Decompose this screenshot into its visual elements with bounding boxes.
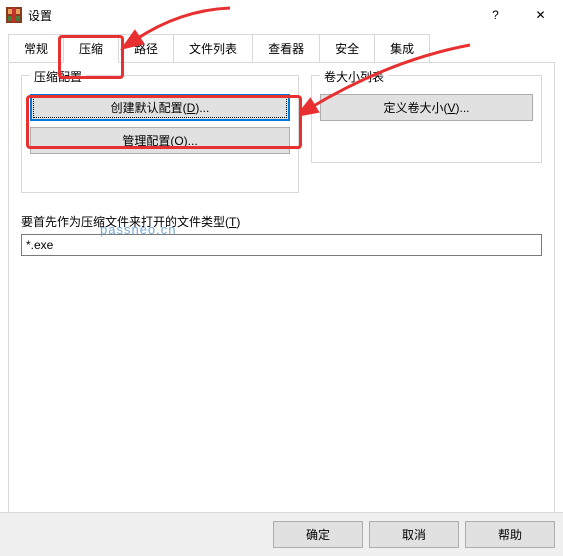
tab-panel: 压缩配置 创建默认配置(D)... 管理配置(O)... 卷大小列表 定义卷大小… [8, 62, 555, 528]
tab-security[interactable]: 安全 [319, 34, 375, 62]
group-compress-legend: 压缩配置 [30, 68, 86, 85]
tab-strip: 常规 压缩 路径 文件列表 查看器 安全 集成 [8, 34, 555, 62]
dialog-footer: 确定 取消 帮助 [0, 512, 563, 556]
filetype-label: 要首先作为压缩文件来打开的文件类型(T) [21, 213, 542, 230]
titlebar: 设置 ? ✕ [0, 0, 563, 30]
manage-profile-button[interactable]: 管理配置(O)... [30, 127, 290, 154]
help-button[interactable]: ? [473, 0, 518, 30]
filetype-input[interactable] [21, 234, 542, 256]
create-default-profile-button[interactable]: 创建默认配置(D)... [30, 94, 290, 121]
define-volume-size-button[interactable]: 定义卷大小(V)... [320, 94, 533, 121]
tab-filelist[interactable]: 文件列表 [173, 34, 253, 62]
window-title: 设置 [28, 7, 473, 24]
help-footer-button[interactable]: 帮助 [465, 521, 555, 548]
tab-integration[interactable]: 集成 [374, 34, 430, 62]
ok-button[interactable]: 确定 [273, 521, 363, 548]
group-compress-profile: 压缩配置 创建默认配置(D)... 管理配置(O)... [21, 75, 299, 193]
tab-viewer[interactable]: 查看器 [252, 34, 320, 62]
cancel-button[interactable]: 取消 [369, 521, 459, 548]
close-button[interactable]: ✕ [518, 0, 563, 30]
group-volume-list: 卷大小列表 定义卷大小(V)... [311, 75, 542, 163]
tab-compression[interactable]: 压缩 [63, 34, 119, 63]
tab-general[interactable]: 常规 [8, 34, 64, 62]
app-icon [6, 7, 22, 23]
tab-path[interactable]: 路径 [118, 34, 174, 62]
group-volume-legend: 卷大小列表 [320, 68, 388, 85]
